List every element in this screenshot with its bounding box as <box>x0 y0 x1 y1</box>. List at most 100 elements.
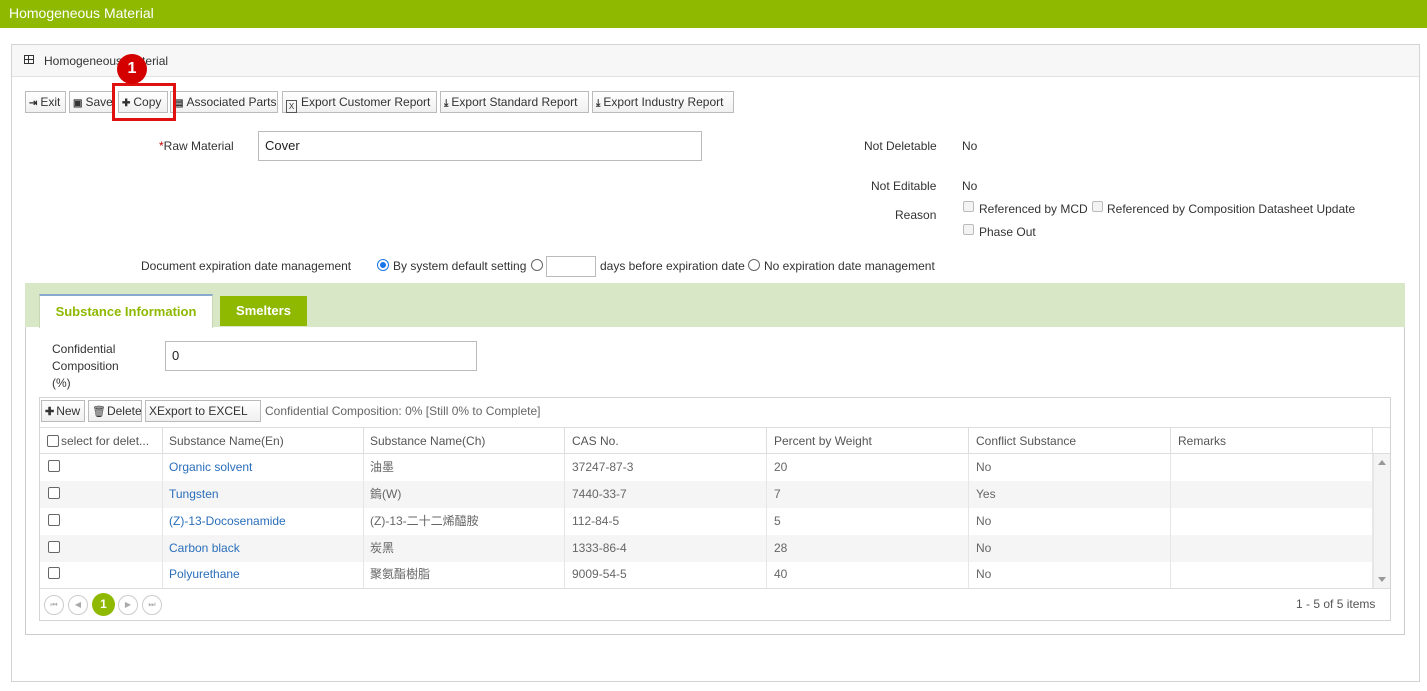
associated-parts-button[interactable]: ▤ Associated Parts <box>170 91 278 113</box>
remarks <box>1171 508 1373 535</box>
grid-vertical-scrollbar[interactable] <box>1373 454 1390 588</box>
remarks <box>1171 454 1373 481</box>
scroll-down-icon[interactable] <box>1378 577 1386 582</box>
substance-link[interactable]: Carbon black <box>162 535 364 562</box>
cas-no: 7440-33-7 <box>565 481 767 508</box>
not-editable-value: No <box>962 179 978 193</box>
cas-no: 37247-87-3 <box>565 454 767 481</box>
app-title-bar: Homogeneous Material <box>0 0 1427 28</box>
column-substance-name-ch[interactable]: Substance Name(Ch) <box>363 428 565 454</box>
exp-days-radio[interactable] <box>531 259 543 271</box>
export-industry-report-button[interactable]: ⤓ Export Industry Report <box>592 91 734 113</box>
select-all-checkbox[interactable] <box>47 435 59 447</box>
tab-smelters[interactable]: Smelters <box>220 296 307 326</box>
table-row[interactable]: (Z)-13-Docosenamide (Z)-13-二十二烯醯胺 112-84… <box>40 508 1373 535</box>
table-row[interactable]: Carbon black 炭黑 1333-86-4 28 No <box>40 535 1373 562</box>
reason-mcd-checkbox[interactable] <box>963 201 974 212</box>
plus-icon: ✚ <box>45 406 55 418</box>
reason-datasheet-label: Referenced by Composition Datasheet Upda… <box>1107 202 1356 216</box>
percent-by-weight: 40 <box>767 561 969 588</box>
column-percent-by-weight[interactable]: Percent by Weight <box>767 428 969 454</box>
remarks <box>1171 481 1373 508</box>
excel-icon: X <box>149 404 158 418</box>
conflict-substance: Yes <box>969 481 1171 508</box>
confidential-label-line1: Confidential <box>52 342 116 356</box>
app-title: Homogeneous Material <box>9 5 154 21</box>
scroll-up-icon[interactable] <box>1378 460 1386 465</box>
percent-by-weight: 7 <box>767 481 969 508</box>
first-page-icon[interactable]: ⏮ <box>44 595 64 615</box>
panel-header: Homogeneous Material <box>12 45 1419 77</box>
copy-highlight-box <box>112 83 176 121</box>
excel-icon: X <box>286 100 297 113</box>
substance-link[interactable]: (Z)-13-Docosenamide <box>162 508 364 535</box>
substance-name-ch: 聚氨酯樹脂 <box>363 561 565 588</box>
substance-name-ch: 炭黑 <box>363 535 565 562</box>
next-page-icon[interactable]: ▶ <box>118 595 138 615</box>
exit-button[interactable]: ⇥ Exit <box>25 91 66 113</box>
confidential-label-line3: (%) <box>52 376 71 390</box>
substance-name-ch: 鎢(W) <box>363 481 565 508</box>
reason-phase-out-label: Phase Out <box>979 225 1036 239</box>
grid-icon <box>24 55 34 64</box>
save-icon: ▣ <box>73 98 83 109</box>
column-substance-name-en[interactable]: Substance Name(En) <box>162 428 364 454</box>
exp-days-input[interactable] <box>546 256 596 277</box>
confidential-summary: Confidential Composition: 0% [Still 0% t… <box>265 404 541 418</box>
reason-mcd-label: Referenced by MCD <box>979 202 1088 216</box>
not-deletable-label: Not Deletable <box>864 139 937 153</box>
export-standard-report-button[interactable]: ⤓ Export Standard Report <box>440 91 589 113</box>
conflict-substance: No <box>969 454 1171 481</box>
not-deletable-value: No <box>962 139 978 153</box>
panel-title: Homogeneous Material <box>44 54 169 68</box>
reason-datasheet-checkbox[interactable] <box>1092 201 1103 212</box>
export-customer-report-button[interactable]: X Export Customer Report <box>282 91 437 113</box>
raw-material-input[interactable]: Cover <box>258 131 702 161</box>
exp-default-radio[interactable] <box>377 259 389 271</box>
column-select[interactable]: select for delet... <box>40 428 163 454</box>
raw-material-label: *Raw Material <box>159 139 234 153</box>
table-row[interactable]: Polyurethane 聚氨酯樹脂 9009-54-5 40 No <box>40 561 1373 588</box>
row-select-checkbox[interactable] <box>48 460 60 472</box>
column-conflict-substance[interactable]: Conflict Substance <box>969 428 1171 454</box>
exit-icon: ⇥ <box>29 98 38 109</box>
percent-by-weight: 20 <box>767 454 969 481</box>
confidential-composition-input[interactable]: 0 <box>165 341 477 371</box>
column-cas-no[interactable]: CAS No. <box>565 428 767 454</box>
substance-link[interactable]: Tungsten <box>162 481 364 508</box>
substance-link[interactable]: Polyurethane <box>162 561 364 588</box>
delete-button[interactable]: 🗑Delete <box>88 400 142 422</box>
row-select-checkbox[interactable] <box>48 514 60 526</box>
save-button[interactable]: ▣ Save <box>69 91 113 113</box>
cas-no: 112-84-5 <box>565 508 767 535</box>
export-excel-button[interactable]: XExport to EXCEL <box>145 400 261 422</box>
remarks <box>1171 535 1373 562</box>
column-remarks[interactable]: Remarks <box>1171 428 1373 454</box>
step-badge: 1 <box>117 54 147 84</box>
current-page-button[interactable]: 1 <box>92 593 115 616</box>
row-select-checkbox[interactable] <box>48 487 60 499</box>
table-row[interactable]: Organic solvent 油墨 37247-87-3 20 No <box>40 454 1373 481</box>
table-row[interactable]: Tungsten 鎢(W) 7440-33-7 7 Yes <box>40 481 1373 508</box>
substance-link[interactable]: Organic solvent <box>162 454 364 481</box>
reason-phase-out-checkbox[interactable] <box>963 224 974 235</box>
row-select-checkbox[interactable] <box>48 541 60 553</box>
exp-default-label: By system default setting <box>393 259 527 273</box>
pager-info: 1 - 5 of 5 items <box>1296 597 1376 611</box>
cas-no: 1333-86-4 <box>565 535 767 562</box>
exp-none-radio[interactable] <box>748 259 760 271</box>
download-icon: ⤓ <box>444 98 449 109</box>
substance-name-ch: 油墨 <box>363 454 565 481</box>
row-select-checkbox[interactable] <box>48 567 60 579</box>
not-editable-label: Not Editable <box>871 179 937 193</box>
doc-expiration-label: Document expiration date management <box>141 259 352 273</box>
confidential-label-line2: Composition <box>52 359 119 373</box>
new-button[interactable]: ✚ New <box>41 400 85 422</box>
conflict-substance: No <box>969 561 1171 588</box>
tab-substance-information[interactable]: Substance Information <box>39 294 213 328</box>
substance-name-ch: (Z)-13-二十二烯醯胺 <box>363 508 565 535</box>
cas-no: 9009-54-5 <box>565 561 767 588</box>
prev-page-icon[interactable]: ◀ <box>68 595 88 615</box>
exp-days-label: days before expiration date <box>600 259 745 273</box>
last-page-icon[interactable]: ⏭ <box>142 595 162 615</box>
